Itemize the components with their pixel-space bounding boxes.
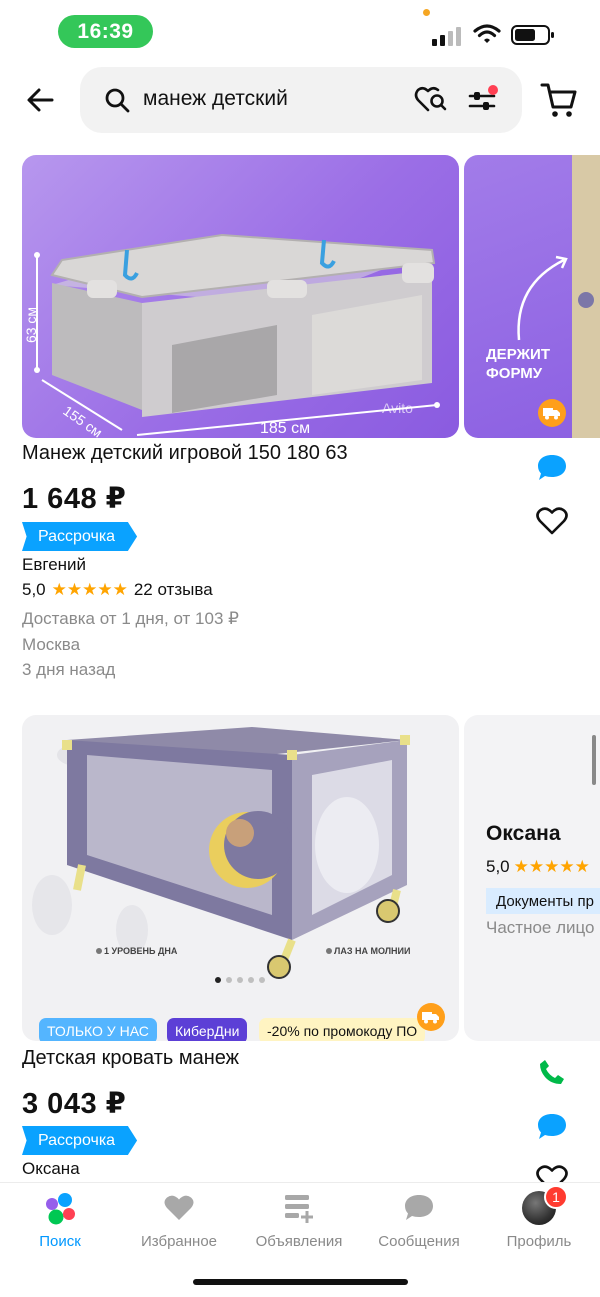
nav-messages[interactable]: Сообщения [359, 1191, 479, 1250]
arrow-left-icon [27, 88, 54, 112]
favorite-button[interactable] [535, 504, 569, 538]
cart-icon [540, 83, 577, 117]
nav-listings-label: Объявления [255, 1233, 343, 1250]
heart-icon [162, 1191, 196, 1225]
seller-rating: 5,0 ★★★★★ 22 отзыва [22, 580, 213, 600]
status-bar: 16:39 [0, 0, 600, 60]
listing-title[interactable]: Детская кровать манеж [22, 1047, 239, 1070]
height-label: 63 см [23, 307, 39, 343]
seller-card[interactable]: Оксана 5,0 ★★★★★ Документы пр Частное ли… [464, 715, 600, 1041]
rating-stars-icon: ★★★★★ [51, 580, 128, 599]
listing-title[interactable]: Манеж детский игровой 150 180 63 [22, 442, 348, 465]
wifi-icon [473, 24, 501, 43]
depth-label: 155 см [60, 402, 105, 438]
installment-badge: Рассрочка [22, 1126, 138, 1155]
image-pagination-dots [215, 977, 265, 983]
back-button[interactable] [20, 80, 60, 120]
nav-favorites[interactable]: Избранное [119, 1191, 239, 1250]
chat-icon [538, 455, 566, 480]
listing-price: 3 043 ₽ [22, 1088, 127, 1120]
privacy-indicator-dot [423, 9, 430, 16]
listing-posted-date: 3 дня назад [22, 660, 116, 679]
nav-search[interactable]: Поиск [0, 1191, 120, 1250]
status-time: 16:39 [58, 15, 153, 48]
delivery-truck-icon [538, 399, 566, 427]
seller-type: Частное лицо [486, 918, 595, 937]
documents-badge: Документы пр [486, 888, 600, 914]
nav-search-label: Поиск [39, 1233, 81, 1250]
notification-badge: 1 [544, 1185, 568, 1209]
chat-icon [402, 1191, 436, 1225]
caption-right: ЛАЗ НА МОЛНИИ [334, 946, 410, 956]
phone-icon [540, 1060, 564, 1084]
avito-logo-icon [43, 1191, 77, 1225]
crib-illustration: 1 УРОВЕНЬ ДНА ЛАЗ НА МОЛНИИ [32, 727, 410, 979]
search-icon [105, 88, 130, 113]
seller-name: Евгений [22, 555, 87, 574]
chat-button[interactable] [535, 1110, 569, 1144]
delivery-truck-icon [417, 1003, 445, 1031]
scroll-indicator [592, 735, 596, 785]
tag-only-here: ТОЛЬКО У НАС [39, 1018, 157, 1041]
nav-favorites-label: Избранное [140, 1233, 218, 1250]
cart-button[interactable] [538, 80, 580, 120]
seller-card-rating-value: 5,0 [486, 857, 510, 876]
saved-search-heart-icon[interactable] [414, 85, 448, 115]
watermark: Avito [382, 400, 413, 416]
filter-icon[interactable] [466, 85, 500, 115]
chat-button[interactable] [535, 451, 569, 485]
tag-promo: -20% по промокоду ПО [259, 1018, 426, 1041]
nav-profile[interactable]: 1 Профиль [479, 1185, 599, 1250]
listing-price: 1 648 ₽ [22, 483, 127, 515]
seller-name: Оксана [22, 1159, 80, 1178]
playpen-illustration: 63 см 155 см 185 см Avito [23, 233, 440, 438]
nav-messages-label: Сообщения [378, 1233, 460, 1250]
listing-image[interactable]: 63 см 155 см 185 см Avito [22, 155, 459, 438]
side-image-text: ДЕРЖИТ ФОРМУ [486, 346, 550, 382]
nav-listings[interactable]: Объявления [239, 1191, 359, 1250]
listings-add-icon [282, 1191, 316, 1225]
seller-card-rating: 5,0 ★★★★★ [486, 857, 590, 877]
nav-profile-label: Профиль [506, 1233, 572, 1250]
side-image-decor [517, 155, 600, 438]
caption-left: 1 УРОВЕНЬ ДНА [104, 946, 178, 956]
reviews-count: 22 отзыва [133, 580, 213, 599]
rating-value: 5,0 [22, 580, 46, 599]
width-label: 185 см [260, 420, 310, 437]
home-indicator [193, 1279, 408, 1285]
chat-icon [538, 1114, 566, 1139]
tag-cyber-days: КиберДни [167, 1018, 248, 1041]
cellular-signal-icon [432, 27, 461, 46]
search-input[interactable]: манеж детский [80, 67, 522, 133]
listing-image[interactable]: 1 УРОВЕНЬ ДНА ЛАЗ НА МОЛНИИ ТОЛЬКО У НАС… [22, 715, 459, 1041]
rating-stars-icon: ★★★★★ [513, 857, 590, 876]
seller-card-name: Оксана [486, 822, 561, 845]
avatar: 1 [522, 1185, 568, 1225]
search-query: манеж детский [143, 87, 288, 110]
listing-image-next[interactable]: ДЕРЖИТ ФОРМУ [464, 155, 600, 438]
installment-badge: Рассрочка [22, 522, 138, 551]
listing-location: Москва [22, 635, 81, 654]
heart-outline-icon [536, 507, 568, 535]
call-button[interactable] [535, 1055, 569, 1089]
delivery-info: Доставка от 1 дня, от 103 ₽ [22, 609, 239, 628]
battery-icon [511, 25, 554, 45]
